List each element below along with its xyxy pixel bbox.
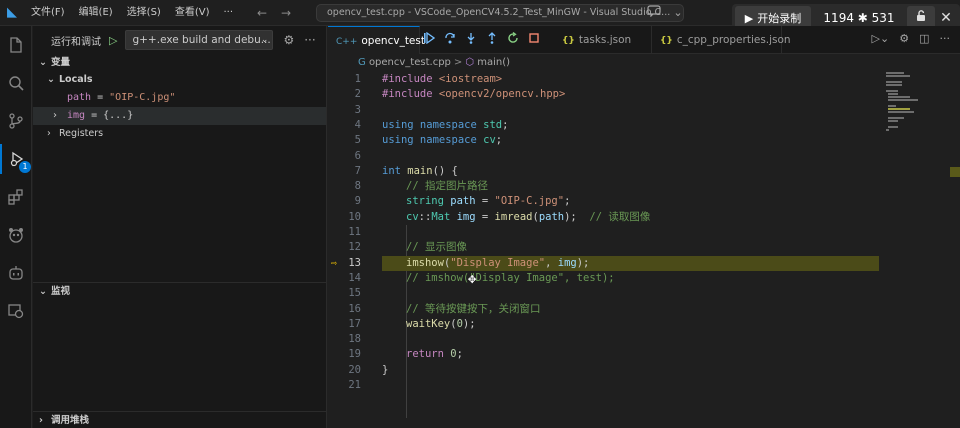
- breadcrumb-file[interactable]: opencv_test.cpp: [369, 57, 451, 68]
- start-debugging-icon[interactable]: ▷: [109, 34, 117, 47]
- recording-size[interactable]: 1194 ✱ 531: [811, 11, 907, 25]
- breadcrumb-separator: >: [453, 57, 463, 68]
- tab-opencv-test[interactable]: C++ opencv_test: [328, 26, 425, 54]
- chevron-down-icon: ⌄: [47, 74, 55, 85]
- chevron-down-icon: ⌄: [39, 57, 47, 68]
- code-line: 15: [348, 287, 361, 300]
- code-line: 16// 等待按键按下，关闭窗口: [348, 302, 541, 315]
- tab-tasks-json[interactable]: {} tasks.json: [554, 26, 652, 54]
- split-editor-icon[interactable]: ◫: [919, 32, 929, 45]
- json-file-icon: {}: [660, 36, 673, 46]
- json-file-icon: {}: [562, 36, 575, 46]
- run-file-icon[interactable]: ▷⌄: [872, 32, 890, 45]
- code-line: 8// 指定图片路径: [354, 180, 488, 193]
- editor-group: C++ opencv_test {} tasks.json {} c_cpp_p…: [328, 26, 960, 428]
- cpp-file-icon: C++: [336, 37, 358, 47]
- editor-tabs: C++ opencv_test {} tasks.json {} c_cpp_p…: [328, 26, 960, 54]
- tab-c-cpp-properties[interactable]: {} c_cpp_properties.json: [652, 26, 791, 54]
- forward-arrow-icon[interactable]: →: [276, 6, 296, 20]
- step-into-icon[interactable]: [460, 29, 481, 51]
- code-line: 5 using namespace cv;: [354, 134, 503, 147]
- menu-more[interactable]: ···: [217, 0, 241, 26]
- code-line: 3: [354, 103, 361, 116]
- chevron-down-icon: ⌄: [260, 35, 269, 45]
- source-control-icon[interactable]: [0, 106, 32, 136]
- activity-bar: 1: [0, 26, 32, 428]
- gear-icon[interactable]: ⚙: [283, 33, 294, 47]
- copilot-chat-icon[interactable]: [646, 5, 662, 21]
- play-icon: ▶: [744, 11, 754, 25]
- gear-icon[interactable]: ⚙: [899, 32, 909, 45]
- extensions-icon[interactable]: [0, 182, 32, 212]
- cpp-file-icon: G: [358, 57, 366, 68]
- debug-sidebar: 运行和调试 ▷ g++.exe build and debu... ⌄ ⚙ ··…: [33, 26, 327, 428]
- breadcrumb-symbol[interactable]: main(): [477, 57, 510, 68]
- menu-selection[interactable]: 选择(S): [120, 0, 168, 26]
- code-line: 21: [348, 379, 361, 391]
- restart-icon[interactable]: [502, 29, 523, 51]
- command-center-search[interactable]: opencv_test.cpp - VSCode_OpenCV4.5.2_Tes…: [316, 4, 684, 22]
- code-editor[interactable]: 1 #include <iostream> 2 #include <opencv2/…: [328, 72, 960, 428]
- locals-scope[interactable]: ⌄ Locals: [33, 71, 326, 89]
- move-cursor-icon: ✥: [468, 271, 477, 287]
- back-arrow-icon[interactable]: ←: [252, 6, 272, 20]
- function-symbol-icon: ⬡: [465, 57, 475, 68]
- panda-icon[interactable]: [0, 220, 32, 250]
- registers-scope[interactable]: › Registers: [33, 125, 326, 143]
- code-line: 20}: [348, 363, 389, 376]
- chevron-down-icon[interactable]: ⌄: [670, 5, 686, 21]
- vscode-logo-icon: ◣: [7, 5, 17, 20]
- step-over-icon[interactable]: [439, 29, 460, 51]
- chevron-right-icon: ›: [53, 110, 57, 121]
- explorer-icon[interactable]: [0, 30, 32, 60]
- stop-icon[interactable]: [523, 29, 544, 51]
- chevron-down-icon: ⌄: [39, 286, 47, 297]
- callstack-section-header[interactable]: › 调用堆栈: [33, 412, 326, 428]
- code-line: 7 int main() {: [354, 164, 458, 177]
- close-icon[interactable]: ✕: [935, 10, 957, 26]
- minimap[interactable]: [884, 72, 944, 152]
- scrollbar-marker: [950, 167, 960, 177]
- debug-header: 运行和调试 ▷ g++.exe build and debu... ⌄ ⚙ ··…: [33, 26, 326, 54]
- menu-edit[interactable]: 编辑(E): [72, 0, 120, 26]
- run-debug-icon[interactable]: 1: [0, 144, 32, 174]
- menu-view[interactable]: 查看(V): [168, 0, 217, 26]
- code-line: 11: [348, 226, 361, 238]
- variable-img[interactable]: › img = {...}: [33, 107, 326, 125]
- step-out-icon[interactable]: [481, 29, 502, 51]
- more-actions-icon[interactable]: ···: [940, 32, 951, 45]
- launch-config-select[interactable]: g++.exe build and debu... ⌄: [125, 30, 274, 50]
- chevron-right-icon: ›: [47, 128, 51, 139]
- watch-section-header[interactable]: ⌄ 监视: [33, 283, 326, 301]
- remote-explorer-icon[interactable]: [0, 296, 32, 326]
- continue-icon[interactable]: [418, 29, 439, 51]
- editor-actions: ▷⌄ ⚙ ◫ ···: [872, 32, 950, 45]
- code-line: 19 return 0;: [348, 348, 463, 361]
- search-icon[interactable]: [0, 68, 32, 98]
- code-line: 1 #include <iostream>: [354, 73, 503, 85]
- code-line: 17 waitKey(0);: [348, 317, 476, 330]
- debug-badge: 1: [19, 161, 31, 173]
- robot-icon[interactable]: [0, 258, 32, 288]
- debug-title: 运行和调试: [51, 36, 101, 48]
- variable-path[interactable]: path = "OIP-C.jpg": [33, 89, 326, 107]
- code-line: 12// 显示图像: [348, 241, 467, 254]
- more-actions-icon[interactable]: ···: [304, 33, 315, 47]
- code-line: 18: [348, 333, 361, 346]
- code-line: 2 #include <opencv2/opencv.hpp>: [354, 88, 566, 101]
- launch-config-label: g++.exe build and debu...: [132, 34, 271, 46]
- breadcrumb: G opencv_test.cpp > ⬡ main(): [328, 54, 960, 72]
- menu-file[interactable]: 文件(F): [24, 0, 72, 26]
- variables-section-header[interactable]: ⌄ 变量: [33, 54, 326, 72]
- debug-toolbar: [418, 29, 544, 51]
- start-recording-label: 开始录制: [757, 12, 802, 25]
- code-line: 4 using namespace std;: [354, 118, 509, 131]
- code-line: 14// imshow("Display Image", test);: [348, 271, 615, 284]
- chevron-right-icon: ›: [39, 415, 43, 426]
- current-execution-line: ⇨ 13 imshow("Display Image", img);: [328, 255, 960, 271]
- code-line: 6: [354, 149, 361, 162]
- code-line: 9 string path = "OIP-C.jpg";: [354, 195, 571, 208]
- code-line: 10 cv::Mat img = imread(path); // 读取图像: [348, 210, 651, 223]
